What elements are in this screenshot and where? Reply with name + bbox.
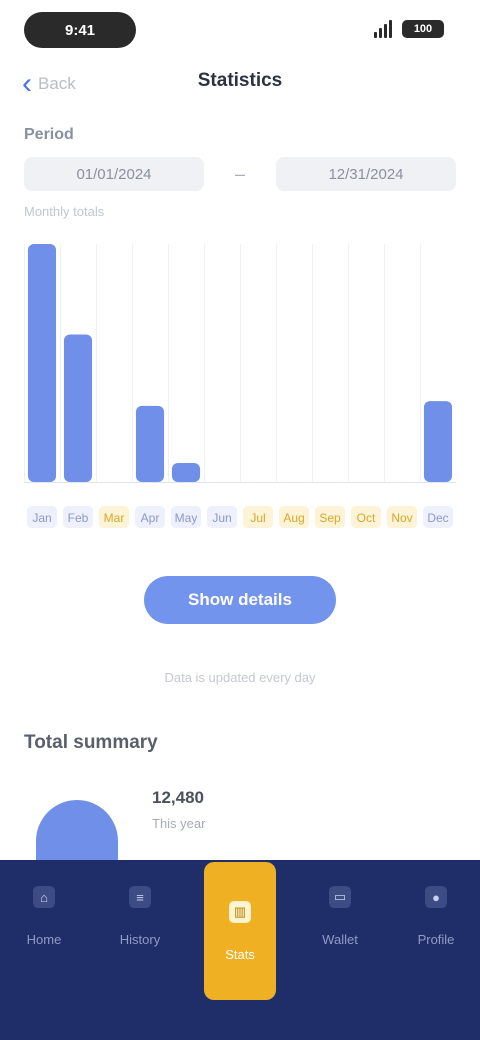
x-tick-label: Nov: [391, 511, 412, 525]
page-title: Statistics: [197, 70, 283, 91]
x-tick-label: Aug: [283, 511, 304, 525]
x-tick-label: May: [175, 511, 198, 525]
end-date-button[interactable]: 12/31/2024: [276, 157, 456, 191]
battery-icon: 100: [402, 20, 444, 38]
x-tick-label: Apr: [141, 511, 160, 525]
chevron-left-icon: ‹: [22, 67, 32, 100]
back-label: Back: [38, 74, 76, 93]
x-tick-label: Jan: [32, 511, 51, 525]
tab-label: Wallet: [322, 932, 358, 947]
status-bar: 9:41 100: [0, 0, 480, 56]
summary-heading: Total summary: [24, 732, 158, 753]
wallet-icon: ▭: [329, 886, 351, 908]
list-icon: ≡: [129, 886, 151, 908]
x-tick-label: Jun: [212, 511, 231, 525]
tab-profile[interactable]: ● Profile: [400, 886, 472, 1006]
chart-bar: [135, 405, 165, 482]
chart-canvas: Jan Feb Mar Apr May Jun Jul Aug Sep Oct Nov Dec: [24, 244, 456, 528]
summary-value: 12,480: [152, 788, 204, 807]
summary-chart-icon: [36, 800, 118, 860]
summary-subtitle: This year: [152, 816, 206, 831]
x-tick-label: Sep: [319, 511, 341, 525]
back-button[interactable]: ‹ Back: [22, 66, 114, 102]
chart-icon: ▥: [229, 900, 251, 923]
signal-icon: [374, 20, 394, 38]
range-separator: –: [234, 163, 245, 184]
date-range-selector: 01/01/2024 – 12/31/2024: [24, 156, 456, 192]
tab-history[interactable]: ≡ History: [104, 886, 176, 1006]
tab-label: History: [119, 932, 161, 947]
navigation-bar: ‹ Back Statistics: [0, 60, 480, 108]
bar-chart: Jan Feb Mar Apr May Jun Jul Aug Sep Oct Nov Dec: [24, 232, 456, 562]
x-tick-label: Mar: [104, 511, 125, 525]
tab-wallet[interactable]: ▭ Wallet: [304, 886, 376, 1006]
period-label: Period: [24, 126, 74, 143]
period-note: Monthly totals: [24, 204, 105, 219]
x-tick-label: Feb: [68, 511, 89, 525]
x-tick-label: Oct: [357, 511, 376, 525]
status-time: 9:41: [24, 12, 136, 48]
tab-label: Stats: [225, 946, 255, 962]
show-details-button[interactable]: Show details: [144, 576, 336, 624]
chart-bar: [423, 401, 453, 482]
footnote-text: Data is updated every day: [164, 670, 316, 685]
tab-home[interactable]: ⌂ Home: [8, 886, 80, 1006]
tab-label: Home: [26, 932, 62, 947]
chart-bar: [27, 244, 57, 482]
home-icon: ⌂: [33, 886, 55, 908]
tab-label: Profile: [417, 932, 455, 947]
chart-bar: [171, 462, 201, 482]
x-tick-label: Dec: [427, 511, 448, 525]
tab-stats[interactable]: ▥ Stats: [204, 862, 276, 1000]
x-tick-label: Jul: [250, 511, 265, 525]
chart-bar: [63, 334, 93, 482]
start-date-button[interactable]: 01/01/2024: [24, 157, 204, 191]
profile-icon: ●: [425, 886, 447, 908]
